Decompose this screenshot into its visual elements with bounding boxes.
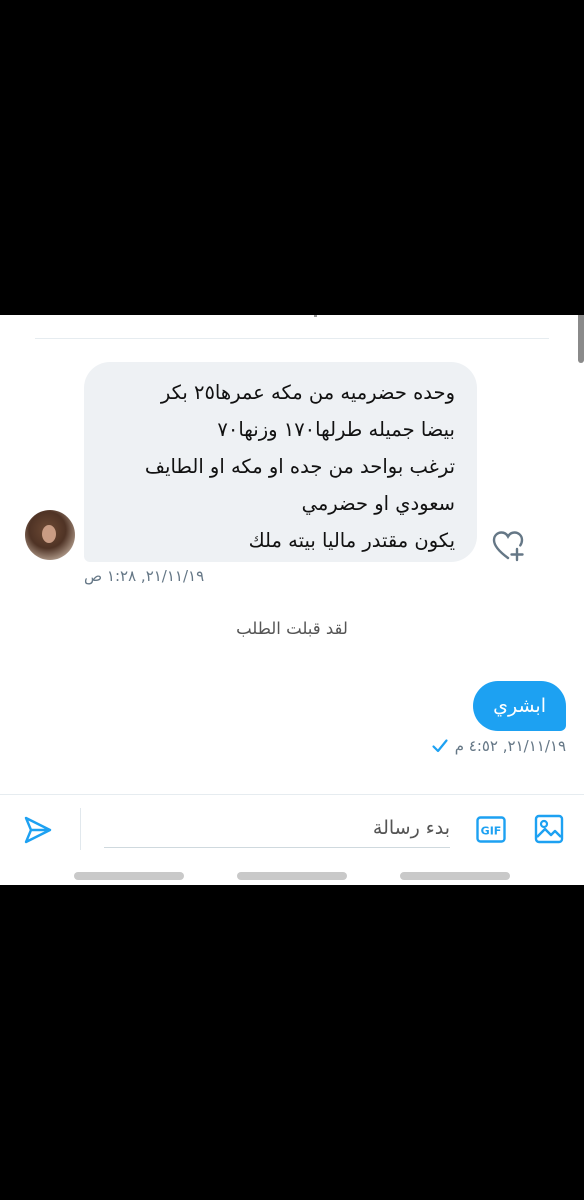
top-divider (35, 338, 549, 339)
dm-conversation-panel: وحده حضرميه من مكه عمرها٢٥ بكر بيضا جميل… (0, 315, 584, 885)
request-accepted-notice: لقد قبلت الطلب (236, 619, 348, 638)
image-icon[interactable] (534, 814, 564, 844)
svg-text:GIF: GIF (481, 825, 502, 838)
send-icon[interactable] (22, 814, 54, 846)
composer-separator (80, 808, 81, 850)
outgoing-message-bubble[interactable]: ابشري (473, 681, 566, 731)
message-line: سعودي او حضرمي (301, 492, 455, 515)
message-line: وحده حضرميه من مكه عمرها٢٥ بكر (160, 381, 455, 404)
message-line: بيضا جميله طرلها١٧٠ وزنها٧٠ (217, 418, 455, 441)
nav-handle (74, 872, 184, 880)
outgoing-timestamp: ٢١/١١/١٩, ٤:٥٢ م (454, 737, 566, 755)
incoming-message-bubble[interactable]: وحده حضرميه من مكه عمرها٢٥ بكر بيضا جميل… (84, 362, 477, 562)
outgoing-meta: ٢١/١١/١٩, ٤:٥٢ م (431, 737, 566, 755)
gif-icon[interactable]: GIF (476, 816, 506, 843)
nav-handle (400, 872, 510, 880)
composer-divider (0, 794, 584, 795)
nav-handle (237, 872, 347, 880)
sender-avatar[interactable] (25, 510, 75, 560)
message-input[interactable] (104, 809, 450, 848)
message-line: يكون مقتدر ماليا بيته ملك (248, 529, 455, 552)
message-line: ترغب بواحد من جده او مكه او الطايف (144, 455, 455, 478)
checkmark-icon (432, 739, 448, 753)
scrollbar[interactable] (578, 315, 584, 363)
scroll-indicator (314, 315, 317, 317)
incoming-timestamp: ٢١/١١/١٩, ١:٢٨ ص (84, 567, 205, 585)
heart-plus-icon[interactable] (491, 529, 525, 563)
